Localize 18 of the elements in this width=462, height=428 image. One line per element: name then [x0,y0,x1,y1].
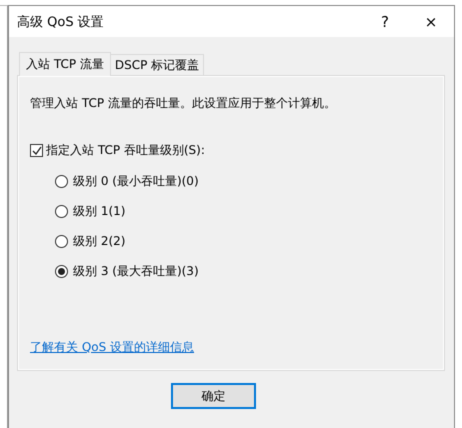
help-button[interactable]: ? [362,6,408,37]
tab[interactable]: 入站 TCP 流量 [19,52,111,76]
help-link[interactable]: 了解有关 QoS 设置的详细信息 [30,339,194,356]
radio-label[interactable]: 级别 2(2) [73,232,126,250]
radio-button[interactable] [55,234,68,248]
radio-button[interactable] [55,264,68,278]
radio-button[interactable] [55,204,68,218]
radio-button[interactable] [55,174,68,188]
close-button[interactable]: × [408,6,454,37]
radio-label[interactable]: 级别 3 (最大吞吐量)(3) [73,262,199,280]
checkbox-label[interactable]: 指定入站 TCP 吞吐量级别(S): [46,142,205,159]
ok-button[interactable]: 确定 [171,383,256,409]
checkbox[interactable] [30,144,43,157]
description: 管理入站 TCP 流量的吞吐量。此设置应用于整个计算机。 [30,95,337,112]
window-title: 高级 QoS 设置 [16,14,105,30]
radio-label[interactable]: 级别 1(1) [73,202,126,220]
tab[interactable]: DSCP 标记覆盖 [110,54,204,75]
radio-label[interactable]: 级别 0 (最小吞吐量)(0) [73,172,199,190]
